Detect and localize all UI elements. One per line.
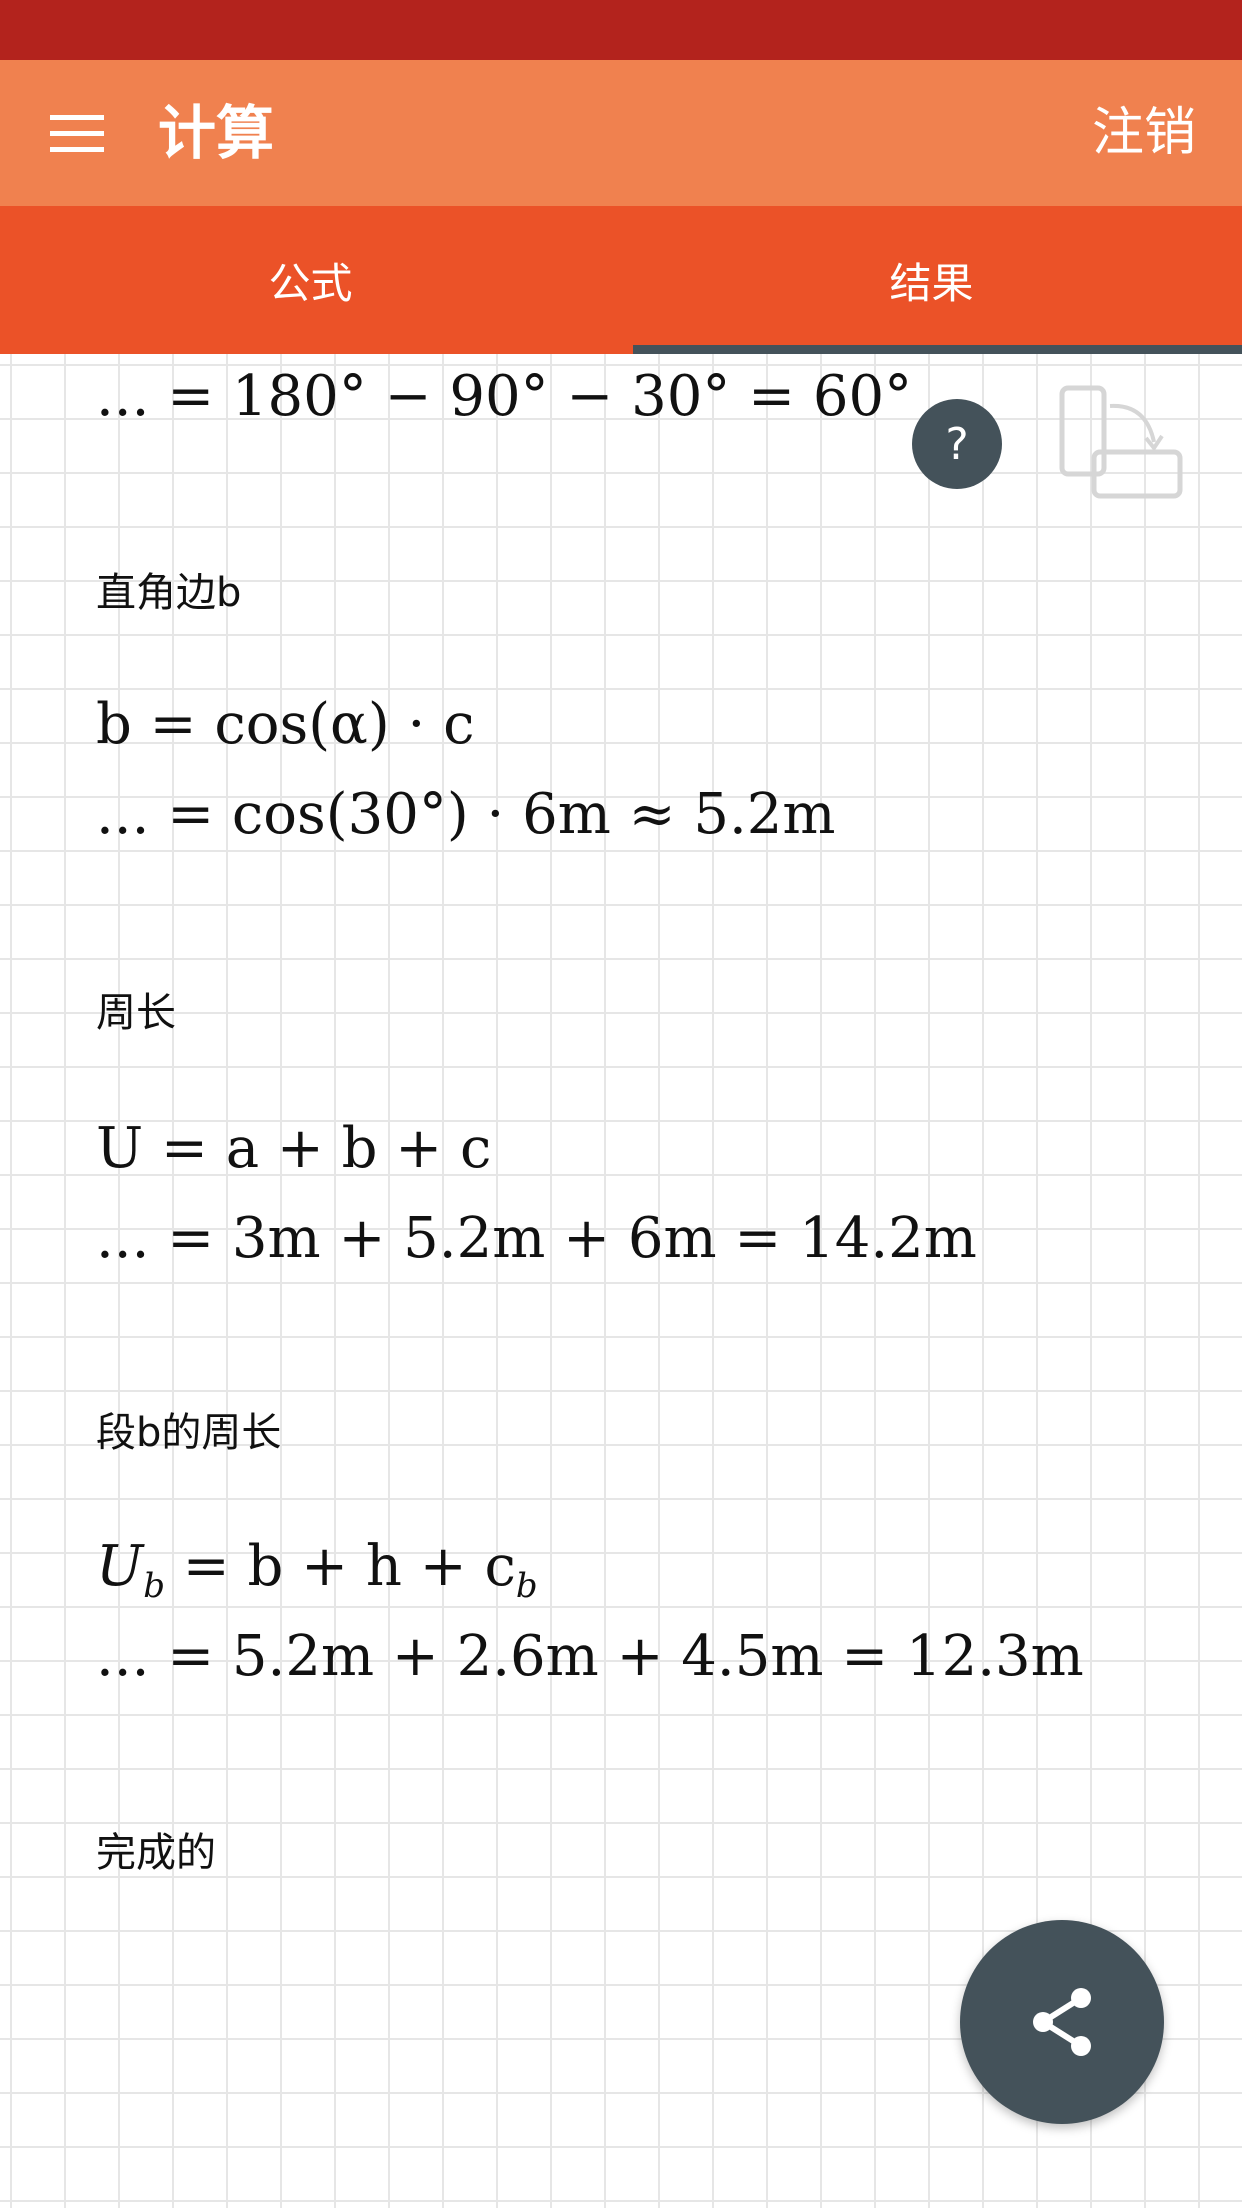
tab-bar: 公式 结果 [0,206,1242,354]
leg-b-label: 直角边b [96,570,242,616]
formula-sub-b: b [143,1566,165,1606]
app-bar: 计算 注销 [0,60,1242,206]
angle-calc-line: ... = 180° − 90° − 30° = 60° [96,364,913,429]
segment-perimeter-formula: Ub = b + h + cb [96,1534,538,1606]
tab-indicator [633,345,1242,354]
leg-b-calc: ... = cos(30°) · 6m ≈ 5.2m [96,782,836,847]
leg-b-formula: b = cos(α) · c [96,692,475,757]
formula-sub-b2: b [515,1566,538,1606]
help-button[interactable]: ? [912,399,1002,489]
perimeter-calc: ... = 3m + 5.2m + 6m = 14.2m [96,1206,977,1271]
segment-perimeter-calc: ... = 5.2m + 2.6m + 4.5m = 12.3m [96,1624,1084,1689]
status-bar [0,0,1242,60]
share-icon [1033,1988,1091,2056]
menu-button[interactable] [30,98,126,170]
done-label: 完成的 [96,1830,216,1876]
perimeter-label: 周长 [96,990,176,1036]
segment-perimeter-label: 段b的周长 [96,1410,282,1456]
tab-result[interactable]: 结果 [621,206,1242,354]
share-button[interactable] [960,1920,1164,2124]
page-title: 计算 [158,99,275,167]
rotate-device-icon[interactable] [1058,384,1188,504]
logout-button[interactable]: 注销 [1092,96,1196,170]
formula-rest: = b + h + c [164,1534,516,1599]
tab-formula[interactable]: 公式 [0,206,621,354]
perimeter-formula: U = a + b + c [96,1116,492,1181]
results-content[interactable]: ... = 180° − 90° − 30° = 60° ? 直角边b b = … [0,354,1242,2208]
menu-icon [50,115,104,152]
formula-u: U [96,1534,144,1599]
